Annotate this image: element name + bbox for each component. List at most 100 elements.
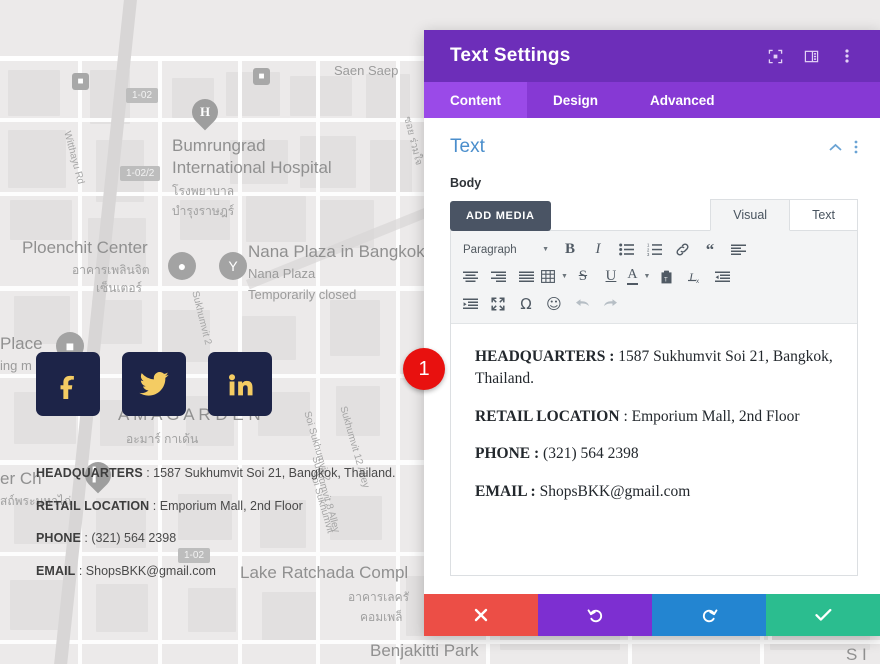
transit-icon-1[interactable]: ■ — [72, 73, 89, 90]
italic-icon[interactable]: I — [585, 238, 611, 262]
editor-paragraph-value: : Emporium Mall, 2nd Floor — [620, 408, 800, 425]
twitter-icon[interactable] — [122, 352, 186, 416]
clear-formatting-icon[interactable]: I x — [682, 265, 708, 289]
undo-button[interactable] — [538, 594, 652, 636]
map-label: ing m — [0, 358, 32, 373]
page-title: Text Settings — [450, 45, 754, 67]
table-chevron-icon: ▼ — [561, 273, 568, 280]
hospital-pin-letter: H — [200, 104, 210, 120]
align-right-icon[interactable] — [485, 265, 511, 289]
map-contact-label: HEADQUARTERS — [36, 466, 143, 480]
map-contact-row: HEADQUARTERS : 1587 Sukhumvit Soi 21, Ba… — [36, 466, 456, 482]
map-contact-label: RETAIL LOCATION — [36, 499, 149, 513]
paste-as-text-icon[interactable]: T — [654, 265, 680, 289]
svg-text:T: T — [664, 277, 668, 283]
table-icon[interactable]: ▼ — [541, 265, 568, 289]
map-contact-value: : 1587 Sukhumvit Soi 21, Bangkok, Thaila… — [143, 466, 396, 480]
panel-body: Text Body ADD MEDIA Visual Text — [424, 118, 880, 594]
redo-button[interactable] — [652, 594, 766, 636]
special-character-icon[interactable]: Ω — [513, 292, 539, 316]
map-contact-value: : Emporium Mall, 2nd Floor — [149, 499, 303, 513]
align-justify-icon[interactable] — [513, 265, 539, 289]
bulleted-list-icon[interactable] — [613, 238, 639, 262]
link-icon[interactable] — [669, 238, 695, 262]
editor-paragraph-label: PHONE : — [475, 445, 539, 462]
fullscreen-editor-icon[interactable] — [485, 292, 511, 316]
panel-tabs: Content Design Advanced — [424, 82, 880, 118]
svg-text:I: I — [688, 270, 694, 284]
linkedin-icon[interactable] — [208, 352, 272, 416]
fullscreen-icon[interactable] — [760, 41, 790, 71]
redo-icon[interactable] — [597, 292, 623, 316]
tab-content[interactable]: Content — [424, 82, 527, 118]
editor-paragraph: PHONE : (321) 564 2398 — [475, 443, 833, 465]
text-settings-panel: Text Settings — [424, 30, 880, 636]
editor-paragraph-label: EMAIL : — [475, 483, 536, 500]
toolbar-row-1: Paragraph ▼ B I — [457, 236, 851, 263]
undo-icon[interactable] — [569, 292, 595, 316]
panel-footer — [424, 594, 880, 636]
layout-panel-icon[interactable] — [796, 41, 826, 71]
panel-header: Text Settings — [424, 30, 880, 82]
toolbar-row-3: Ω ☺ — [457, 290, 851, 317]
format-select-value: Paragraph — [463, 244, 517, 256]
route-badge: 1-02 — [126, 88, 158, 103]
map-contact-overlay: HEADQUARTERS : 1587 Sukhumvit Soi 21, Ba… — [36, 466, 456, 597]
blockquote-icon[interactable]: “ — [697, 238, 723, 262]
editor-paragraph-label: HEADQUARTERS : — [475, 348, 614, 365]
map-contact-label: PHONE — [36, 531, 81, 545]
format-select[interactable]: Paragraph ▼ — [457, 244, 553, 256]
svg-text:3: 3 — [647, 252, 650, 256]
map-label: Benjakitti Park — [370, 641, 479, 661]
text-color-icon[interactable]: A ▼ — [626, 265, 652, 289]
editor-mode-tabs: Visual Text — [710, 199, 858, 231]
map-contact-label: EMAIL — [36, 564, 75, 578]
transit-icon-2[interactable]: ■ — [253, 68, 270, 85]
bar-poi-icon[interactable]: Y — [219, 252, 247, 280]
section-title: Text — [450, 136, 817, 158]
editor-paragraph: RETAIL LOCATION : Emporium Mall, 2nd Flo… — [475, 406, 833, 428]
strikethrough-icon[interactable]: S — [570, 265, 596, 289]
cancel-button[interactable] — [424, 594, 538, 636]
more-options-icon[interactable] — [832, 41, 862, 71]
editor-content[interactable]: HEADQUARTERS : 1587 Sukhumvit Soi 21, Ba… — [451, 324, 857, 575]
editor-topbar: ADD MEDIA Visual Text — [450, 199, 858, 231]
indent-icon[interactable] — [457, 292, 483, 316]
map-contact-value: : ShopsBKK@gmail.com — [75, 564, 216, 578]
editor-paragraph-label: RETAIL LOCATION — [475, 408, 620, 425]
parking-poi-icon[interactable]: ● — [168, 252, 196, 280]
tab-design[interactable]: Design — [527, 82, 624, 118]
chevron-up-icon[interactable] — [829, 143, 842, 152]
section-menu-icon[interactable] — [854, 140, 858, 154]
save-button[interactable] — [766, 594, 880, 636]
map-contact-row: PHONE : (321) 564 2398 — [36, 531, 456, 547]
text-color-chevron-icon: ▼ — [644, 273, 651, 280]
map-contact-value: : (321) 564 2398 — [81, 531, 176, 545]
chevron-down-icon: ▼ — [542, 246, 549, 253]
svg-text:x: x — [696, 279, 699, 284]
underline-icon[interactable]: U — [598, 265, 624, 289]
social-links — [36, 352, 272, 416]
add-media-button[interactable]: ADD MEDIA — [450, 201, 551, 231]
editor-paragraph-value: (321) 564 2398 — [539, 445, 638, 462]
emoticon-icon[interactable]: ☺ — [541, 292, 567, 316]
toolbar-row-2: ▼ S U A ▼ T — [457, 263, 851, 290]
numbered-list-icon[interactable]: 1 2 3 — [641, 238, 667, 262]
align-left-icon[interactable] — [725, 238, 751, 262]
facebook-icon[interactable] — [36, 352, 100, 416]
body-field-label: Body — [450, 176, 858, 190]
tab-advanced[interactable]: Advanced — [624, 82, 741, 118]
editor-paragraph-value: ShopsBKK@gmail.com — [536, 483, 691, 500]
route-badge: 1-02/2 — [120, 166, 160, 181]
map-contact-row: RETAIL LOCATION : Emporium Mall, 2nd Flo… — [36, 499, 456, 515]
editor-toolbar: Paragraph ▼ B I — [451, 231, 857, 324]
rich-text-editor: Paragraph ▼ B I — [450, 230, 858, 576]
tab-text[interactable]: Text — [790, 199, 858, 231]
text-section-header: Text — [450, 136, 858, 158]
align-center-icon[interactable] — [457, 265, 483, 289]
editor-paragraph: HEADQUARTERS : 1587 Sukhumvit Soi 21, Ba… — [475, 346, 833, 391]
outdent-icon[interactable] — [710, 265, 736, 289]
bold-icon[interactable]: B — [557, 238, 583, 262]
tab-visual[interactable]: Visual — [710, 199, 790, 231]
map-contact-row: EMAIL : ShopsBKK@gmail.com — [36, 564, 456, 580]
